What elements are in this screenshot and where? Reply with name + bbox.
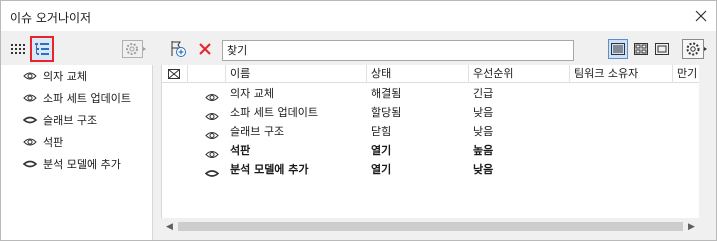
tree-list-icon bbox=[35, 43, 49, 55]
issue-name: 슬래브 구조 bbox=[230, 125, 285, 138]
new-issue-icon bbox=[171, 41, 186, 57]
dot-grid-icon bbox=[11, 44, 25, 54]
horizontal-scroll-thumb[interactable] bbox=[178, 222, 683, 231]
preview-view-button[interactable] bbox=[652, 39, 672, 59]
left-toolbar bbox=[1, 31, 153, 65]
vertical-scrollbar[interactable] bbox=[699, 65, 716, 218]
dialog-body: 의자 교체 소파 세트 업데이트 슬래브 구조 석판 분석 모델에 추가 찾기 … bbox=[1, 31, 716, 240]
horizontal-scrollbar[interactable]: ◀ ▶ bbox=[161, 218, 716, 235]
tiles-icon bbox=[634, 43, 648, 55]
sort-column-header[interactable] bbox=[162, 65, 188, 83]
eye-closed-icon bbox=[23, 116, 37, 124]
search-input[interactable]: 찾기 bbox=[222, 40, 574, 61]
grid-view-button[interactable] bbox=[7, 38, 29, 60]
issue-priority: 높음 bbox=[473, 144, 494, 157]
table-row[interactable]: 석판 열기 높음 bbox=[162, 141, 699, 160]
issue-name: 소파 세트 업데이트 bbox=[230, 106, 318, 119]
issue-name: 분석 모델에 추가 bbox=[230, 163, 309, 176]
issue-status: 열기 bbox=[371, 163, 392, 176]
column-header-priority[interactable]: 우선순위 bbox=[469, 65, 570, 83]
delete-icon bbox=[199, 43, 211, 55]
issue-name: 의자 교체 bbox=[230, 87, 274, 100]
tree-item-label: 분석 모델에 추가 bbox=[43, 158, 121, 171]
tree-item[interactable]: 분석 모델에 추가 bbox=[1, 153, 153, 175]
right-settings-button[interactable] bbox=[681, 38, 709, 60]
issue-organizer-window: 이슈 오거나이저 의자 교체 소파 세트 업데이트 슬래브 구조 석판 분석 모… bbox=[0, 0, 717, 241]
new-issue-button[interactable] bbox=[167, 38, 189, 60]
table-row[interactable]: 의자 교체 해결됨 긴급 bbox=[162, 84, 699, 103]
table-row[interactable]: 슬래브 구조 닫힘 낮음 bbox=[162, 122, 699, 141]
delete-issue-button[interactable] bbox=[194, 38, 216, 60]
issue-table-panel: 찾기 이름 상태 우선순위 팀워크 소유자 만기 의자 교체 해결됨 긴급 소파… bbox=[161, 31, 716, 240]
eye-closed-icon[interactable] bbox=[205, 164, 219, 183]
left-settings-button[interactable] bbox=[121, 38, 147, 60]
column-header-status[interactable]: 상태 bbox=[367, 65, 469, 83]
tree-item[interactable]: 소파 세트 업데이트 bbox=[1, 87, 153, 109]
issue-type-icon bbox=[168, 69, 180, 79]
details-list-icon bbox=[611, 43, 625, 55]
tiles-view-button[interactable] bbox=[631, 39, 651, 59]
tree-item[interactable]: 석판 bbox=[1, 131, 153, 153]
tree-item-label: 슬래브 구조 bbox=[43, 114, 98, 127]
scroll-right-arrow[interactable]: ▶ bbox=[683, 218, 700, 235]
preview-icon bbox=[655, 43, 669, 55]
issue-priority: 낮음 bbox=[473, 163, 494, 176]
eye-icon bbox=[23, 72, 37, 80]
table-row[interactable]: 소파 세트 업데이트 할당됨 낮음 bbox=[162, 103, 699, 122]
gear-icon bbox=[682, 39, 707, 59]
close-button[interactable] bbox=[690, 5, 712, 27]
issue-priority: 낮음 bbox=[473, 106, 494, 119]
tree-item-label: 석판 bbox=[43, 136, 64, 149]
tree-item[interactable]: 의자 교체 bbox=[1, 65, 153, 87]
title-bar: 이슈 오거나이저 bbox=[1, 1, 716, 31]
column-header-owner[interactable]: 팀워크 소유자 bbox=[570, 65, 673, 83]
close-icon bbox=[695, 10, 707, 22]
issue-priority: 긴급 bbox=[473, 87, 494, 100]
eye-closed-icon bbox=[23, 160, 37, 168]
issue-status: 닫힘 bbox=[371, 125, 392, 138]
right-toolbar: 찾기 bbox=[161, 31, 716, 65]
visibility-column-header[interactable] bbox=[188, 65, 226, 83]
table-header: 이름 상태 우선순위 팀워크 소유자 만기 bbox=[162, 65, 699, 83]
scroll-left-arrow[interactable]: ◀ bbox=[161, 218, 178, 235]
issue-name: 석판 bbox=[230, 144, 251, 157]
issue-priority: 낮음 bbox=[473, 125, 494, 138]
issue-list-panel: 의자 교체 소파 세트 업데이트 슬래브 구조 석판 분석 모델에 추가 bbox=[1, 31, 153, 240]
column-header-due[interactable]: 만기 bbox=[673, 65, 699, 83]
issue-status: 열기 bbox=[371, 144, 392, 157]
gear-icon bbox=[122, 40, 146, 58]
panel-splitter[interactable] bbox=[153, 31, 161, 240]
table-row[interactable]: 분석 모델에 추가 열기 낮음 bbox=[162, 160, 699, 179]
issue-status: 할당됨 bbox=[371, 106, 402, 119]
issue-table: 이름 상태 우선순위 팀워크 소유자 만기 의자 교체 해결됨 긴급 소파 세트… bbox=[161, 65, 699, 218]
issue-status: 해결됨 bbox=[371, 87, 402, 100]
list-view-button[interactable] bbox=[30, 36, 54, 62]
tree-item-label: 의자 교체 bbox=[43, 70, 87, 83]
details-view-button[interactable] bbox=[608, 39, 628, 59]
eye-icon bbox=[23, 94, 37, 102]
column-header-name[interactable]: 이름 bbox=[226, 65, 367, 83]
tree-item[interactable]: 슬래브 구조 bbox=[1, 109, 153, 131]
window-title: 이슈 오거나이저 bbox=[10, 11, 92, 25]
eye-icon bbox=[23, 138, 37, 146]
tree-item-label: 소파 세트 업데이트 bbox=[43, 92, 131, 105]
issue-tree: 의자 교체 소파 세트 업데이트 슬래브 구조 석판 분석 모델에 추가 bbox=[1, 65, 153, 175]
